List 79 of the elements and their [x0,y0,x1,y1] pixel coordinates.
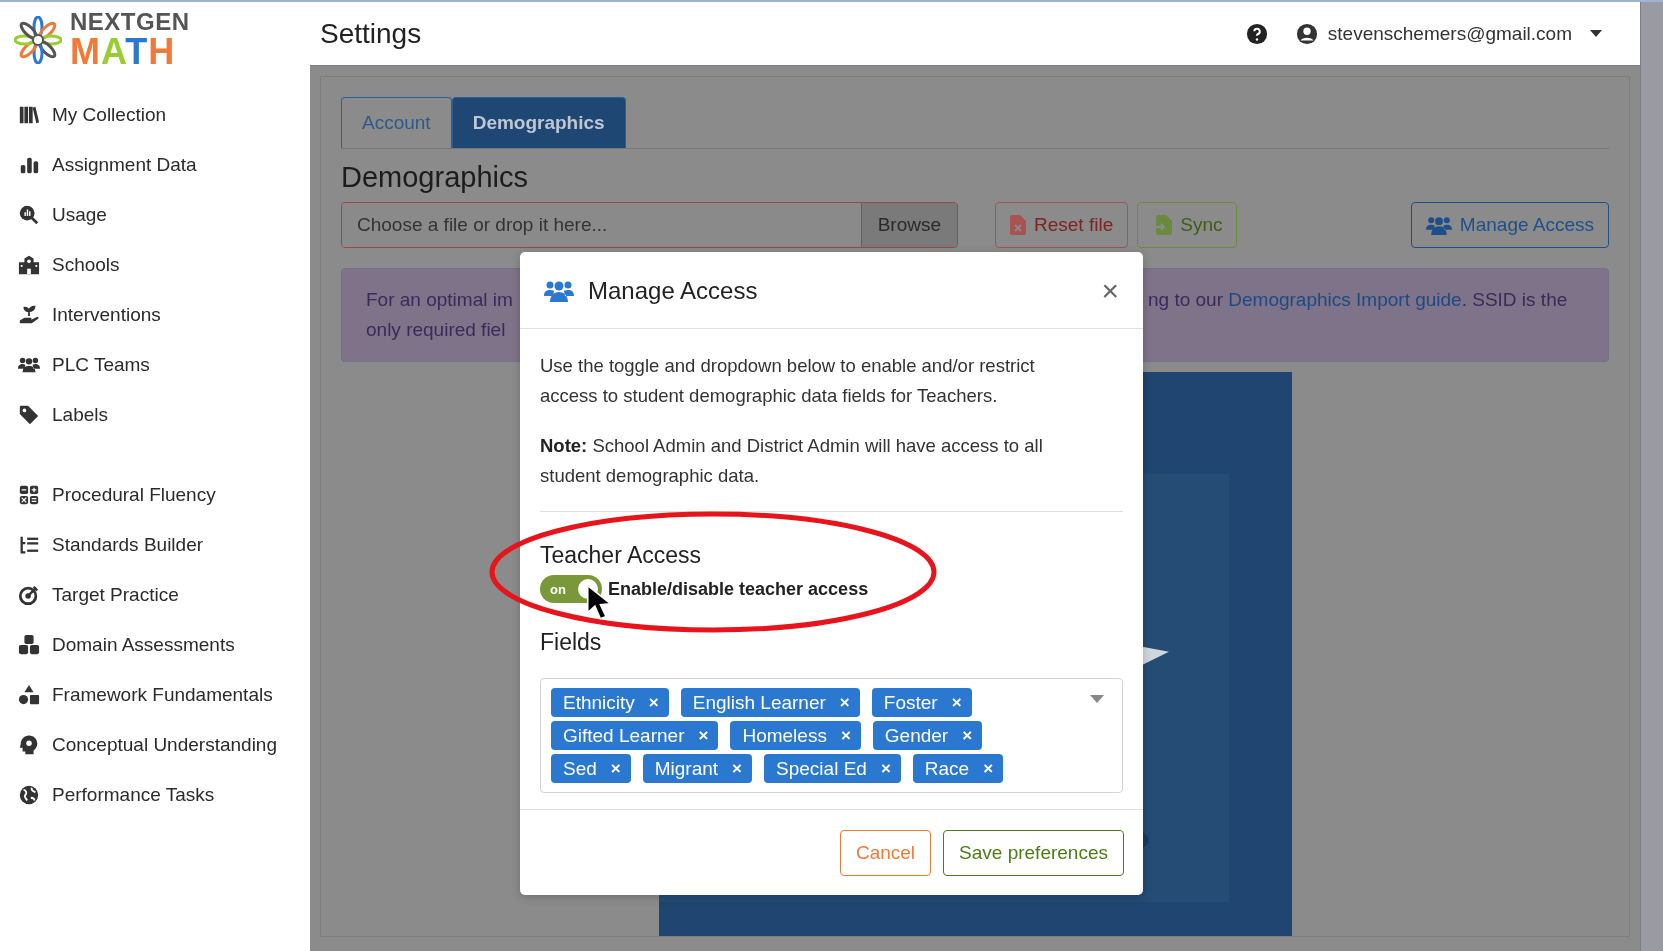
file-input-field[interactable]: Choose a file or drop it here... Browse [341,202,958,248]
school-icon [18,254,40,276]
remove-tag-button[interactable]: × [983,758,994,779]
sidebar-item[interactable]: Usage [18,190,310,240]
remove-tag-button[interactable]: × [880,758,891,779]
sidebar-item[interactable]: Framework Fundamentals [18,670,310,720]
sidebar-item[interactable]: Schools [18,240,310,290]
sidebar-item[interactable]: Domain Assessments [18,620,310,670]
save-preferences-button[interactable]: Save preferences [943,830,1124,876]
field-tag: English Learner × [680,688,860,717]
field-tag: Homeless × [730,721,861,750]
dropdown-caret-icon[interactable] [1090,695,1104,703]
search-chart-icon [18,204,40,226]
sync-button[interactable]: Sync [1137,202,1238,248]
info-text: For an optimal im [366,288,513,312]
hand-plant-icon [18,304,40,326]
logo-icon [14,16,62,64]
field-tag: Migrant × [642,754,753,783]
reset-file-button[interactable]: Reset file [995,202,1129,248]
sidebar-item[interactable]: Standards Builder [18,520,310,570]
logo-wordmark: NEXTGEN [70,10,190,34]
remove-tag-button[interactable]: × [698,725,709,746]
field-tag: Ethnicity × [551,688,669,717]
fields-heading: Fields [540,629,603,656]
sidebar-item[interactable]: Interventions [18,290,310,340]
dialog-text: Note: School Admin and District Admin will have access to all student demographic data. [540,434,1044,488]
calculator-grid-icon [18,484,40,506]
target-icon [18,584,40,606]
logo-wordmark: MATH [70,34,177,70]
sidebar-item[interactable]: Conceptual Understanding [18,720,310,770]
section-heading: Demographics [341,161,529,194]
info-text: only required fiel [366,318,506,342]
cancel-button[interactable]: Cancel [839,830,932,876]
teacher-access-toggle[interactable]: on [540,575,602,603]
remove-tag-button[interactable]: × [951,692,962,713]
help-icon[interactable] [1245,22,1268,45]
remove-tag-button[interactable]: × [648,692,659,713]
page-title: Settings [320,17,423,50]
tag-icon [18,404,40,426]
remove-tag-button[interactable]: × [840,725,851,746]
sidebar-item[interactable]: Target Practice [18,570,310,620]
users-icon [544,279,574,303]
close-button[interactable]: × [1101,276,1119,306]
shapes-icon [18,684,40,706]
field-tag: Gender × [872,721,983,750]
dialog-text: Use the toggle and dropdown below to enable and/or restrict access to student demographic data fields for Teachers. [540,354,1036,408]
field-tag: Foster × [871,688,972,717]
tab[interactable]: Demographics [451,97,626,148]
fields-select[interactable]: Ethnicity × English Learner × Foster × Gifted Learner × Homeless × Gender × Sed × Migrant × Special Ed × Race × [540,678,1123,793]
globe-icon [18,784,40,806]
sidebar-item[interactable]: My Collection [18,90,310,140]
dialog-title: Manage Access [588,277,759,305]
sidebar-item[interactable]: Labels [18,390,310,440]
user-menu[interactable]: stevenschemers@gmail.com [1295,22,1602,45]
teacher-access-heading: Teacher Access [540,542,703,569]
sidebar-item[interactable]: Procedural Fluency [18,470,310,520]
remove-tag-button[interactable]: × [839,692,850,713]
user-avatar-icon [1295,22,1318,45]
cubes-icon [18,634,40,656]
sidebar-item[interactable]: PLC Teams [18,340,310,390]
manage-access-button[interactable]: Manage Access [1410,202,1609,248]
caret-icon [1590,30,1602,37]
field-tag: Race × [912,754,1004,783]
info-text: ng to our Demographics Import guide. SSID is the [1148,288,1569,312]
head-icon [18,734,40,756]
remove-tag-button[interactable]: × [732,758,743,779]
remove-tag-button[interactable]: × [962,725,973,746]
sidebar-item[interactable]: Performance Tasks [18,770,310,820]
sidebar-item[interactable]: Assignment Data [18,140,310,190]
books-icon [18,104,40,126]
field-tag: Gifted Learner × [551,721,719,750]
tree-list-icon [18,534,40,556]
remove-tag-button[interactable]: × [610,758,621,779]
file-x-icon [1010,215,1026,235]
browse-button[interactable]: Browse [860,203,957,247]
users-icon [1425,214,1452,236]
field-tag: Sed × [551,754,631,783]
toggle-label: Enable/disable teacher access [608,578,869,600]
field-tag: Special Ed × [764,754,901,783]
